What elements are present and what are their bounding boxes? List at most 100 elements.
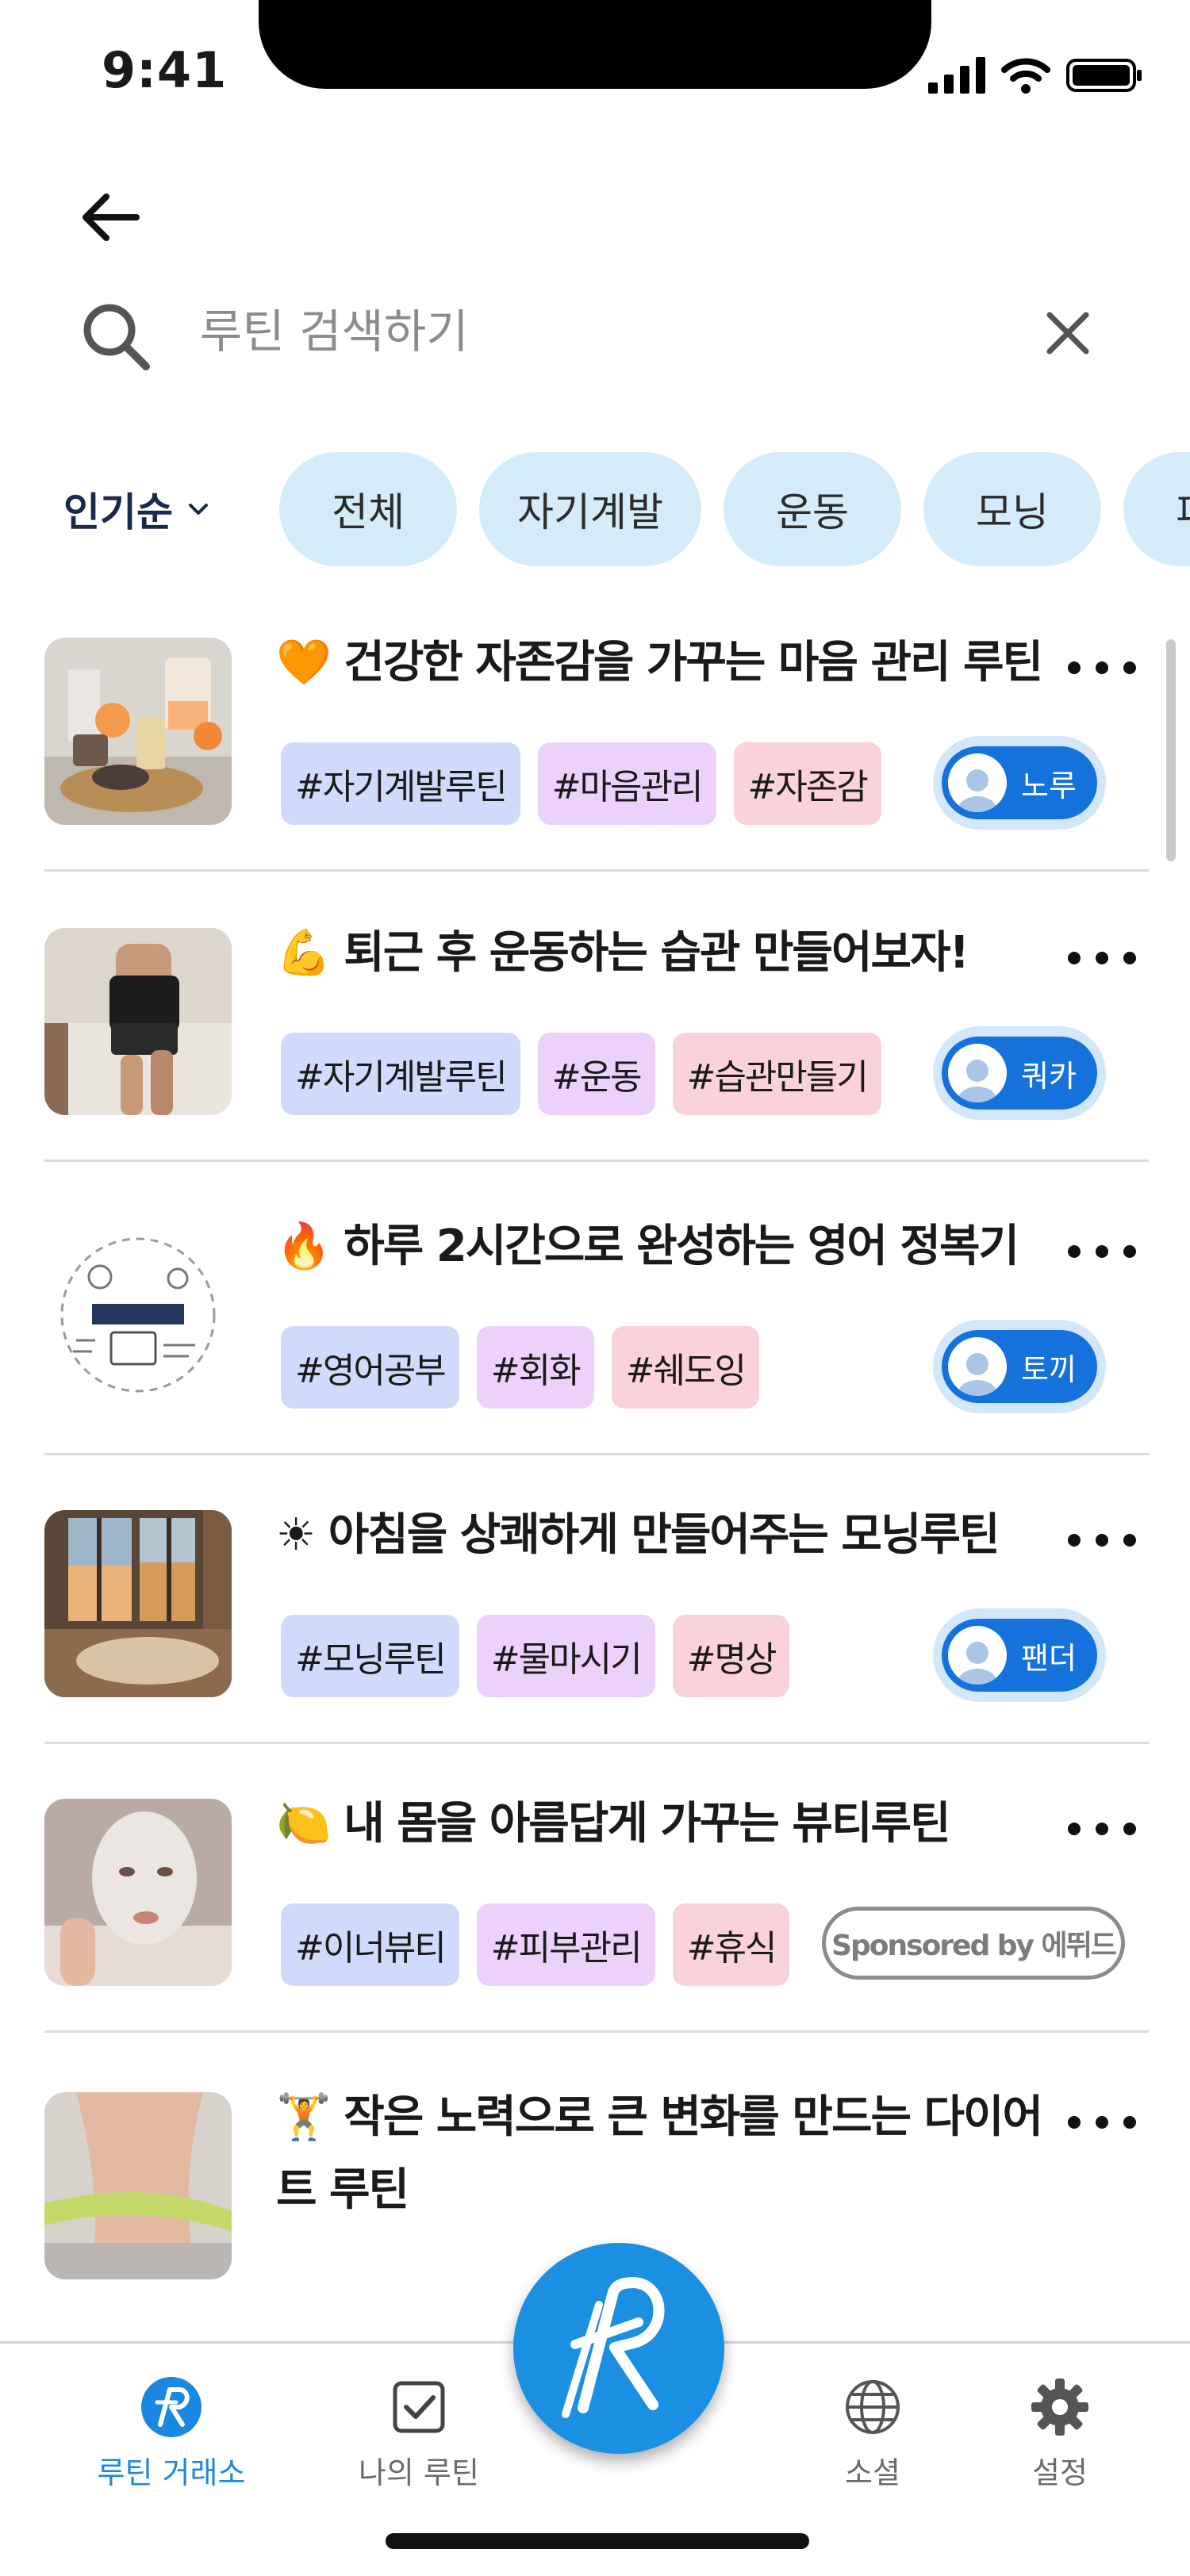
divider: [44, 1742, 1149, 1744]
gear-icon: [1028, 2375, 1092, 2439]
tag[interactable]: #자기계발루틴: [281, 1033, 520, 1115]
globe-icon: [841, 2375, 904, 2439]
status-time: 9:41: [102, 41, 228, 99]
tag[interactable]: #마음관리: [537, 742, 716, 825]
routine-title: 🔥 하루 2시간으로 완성하는 영어 정복기: [276, 1221, 1019, 1272]
avatar: [948, 1044, 1007, 1102]
routine-title: 🍋 내 몸을 아름답게 가꾸는 뷰티루틴: [276, 1798, 951, 1850]
tag-list: #자기계발루틴 #마음관리 #자존감: [281, 742, 881, 825]
author-badge[interactable]: 노루: [933, 736, 1106, 830]
divider: [44, 1453, 1149, 1455]
user-icon: [958, 1642, 996, 1685]
more-options-button[interactable]: [1068, 1516, 1136, 1564]
tag[interactable]: #피부관리: [476, 1903, 655, 1986]
tag-list: #모닝루틴 #물마시기 #명상: [281, 1615, 790, 1697]
tag[interactable]: #쉐도잉: [611, 1326, 759, 1409]
routine-exchange-icon: [140, 2375, 203, 2439]
routine-thumbnail: [44, 638, 232, 825]
clear-search-button[interactable]: [1038, 303, 1098, 363]
more-options-button[interactable]: [1068, 934, 1136, 982]
close-icon: [1046, 312, 1089, 355]
routine-thumbnail: [44, 2092, 232, 2279]
tag[interactable]: #물마시기: [476, 1615, 655, 1697]
chevron-down-icon: [189, 504, 208, 515]
tag[interactable]: #영어공부: [281, 1326, 459, 1409]
routine-thumbnail: [44, 1221, 232, 1409]
arrow-left-icon: [83, 194, 140, 241]
cellular-signal-icon: [928, 57, 985, 94]
tag[interactable]: #습관만들기: [672, 1033, 881, 1115]
tab-label: 소셜: [845, 2455, 900, 2490]
divider: [44, 2030, 1149, 2033]
user-icon: [958, 1060, 996, 1102]
search-input[interactable]: [200, 292, 993, 371]
status-icons: [928, 52, 1142, 94]
tag[interactable]: #회화: [476, 1326, 594, 1409]
routine-title: 🧡 건강한 자존감을 가꾸는 마음 관리 루틴: [276, 637, 1043, 688]
tag[interactable]: #자존감: [733, 742, 881, 825]
chip-skin[interactable]: 피부: [1123, 452, 1190, 566]
tag-list: #자기계발루틴 #운동 #습관만들기: [281, 1033, 881, 1115]
tag-list: #영어공부 #회화 #쉐도잉: [281, 1326, 759, 1409]
tag[interactable]: #자기계발루틴: [281, 742, 520, 825]
search-icon: [83, 304, 150, 370]
author-name: 노루: [1021, 768, 1077, 803]
tab-label: 나의 루틴: [359, 2455, 479, 2490]
tag[interactable]: #명상: [672, 1615, 790, 1697]
chip-all[interactable]: 전체: [279, 452, 457, 566]
more-options-button[interactable]: [1068, 1805, 1136, 1853]
routine-thumbnail: [44, 1799, 232, 1986]
more-options-button[interactable]: [1068, 644, 1136, 692]
tag[interactable]: #이너뷰티: [281, 1903, 459, 1986]
sort-label: 인기순: [63, 489, 173, 535]
tag[interactable]: #운동: [537, 1033, 655, 1115]
search-bar: [79, 292, 1111, 371]
avatar: [948, 753, 1007, 812]
author-badge[interactable]: 토끼: [933, 1320, 1106, 1413]
avatar: [948, 1626, 1007, 1685]
status-bar: 9:41: [0, 0, 1190, 143]
more-options-button[interactable]: [1068, 2099, 1136, 2146]
sort-dropdown[interactable]: 인기순: [63, 474, 209, 544]
tag[interactable]: #모닝루틴: [281, 1615, 459, 1697]
avatar: [948, 1337, 1007, 1396]
tab-social[interactable]: 소셜: [777, 2375, 968, 2494]
tag-list: #이너뷰티 #피부관리 #휴식: [281, 1903, 790, 1986]
routine-logo-icon: [562, 2277, 665, 2418]
user-icon: [958, 1353, 996, 1396]
tag[interactable]: #휴식: [672, 1903, 790, 1986]
user-icon: [958, 769, 996, 812]
more-options-button[interactable]: [1068, 1228, 1136, 1275]
author-name: 토끼: [1021, 1351, 1077, 1387]
checkbox-icon: [387, 2375, 451, 2439]
author-badge[interactable]: 팬더: [933, 1608, 1106, 1702]
routine-thumbnail: [44, 1510, 232, 1697]
chip-exercise[interactable]: 운동: [724, 452, 901, 566]
routine-title: 💪 퇴근 후 운동하는 습관 만들어보자!: [276, 927, 969, 979]
tab-label: 루틴 거래소: [97, 2455, 246, 2490]
routine-thumbnail: [44, 928, 232, 1115]
tab-routine-exchange[interactable]: 루틴 거래소: [76, 2375, 267, 2494]
sponsored-badge: Sponsored by 에뛰드: [822, 1907, 1125, 1980]
back-button[interactable]: [71, 179, 148, 255]
center-routine-button[interactable]: [513, 2243, 724, 2454]
author-badge[interactable]: 쿼카: [933, 1026, 1106, 1120]
battery-icon: [1066, 59, 1142, 92]
chip-morning[interactable]: 모닝: [923, 452, 1101, 566]
routine-title: ☀ 아침을 상쾌하게 만들어주는 모닝루틴: [276, 1509, 1000, 1561]
routine-title: 🏋 작은 노력으로 큰 변화를 만드는 다이어트 루틴: [276, 2091, 1043, 2216]
tab-my-routine[interactable]: 나의 루틴: [324, 2375, 514, 2494]
category-chips: 전체 자기계발 운동 모닝 피부: [279, 452, 1190, 566]
device-notch: [259, 0, 931, 89]
chip-self-development[interactable]: 자기계발: [479, 452, 701, 566]
author-name: 쿼카: [1021, 1058, 1077, 1094]
tab-settings[interactable]: 설정: [965, 2375, 1155, 2494]
home-indicator: [386, 2533, 809, 2549]
author-name: 팬더: [1021, 1640, 1077, 1676]
scrollbar[interactable]: [1166, 639, 1176, 861]
divider: [44, 1160, 1149, 1162]
filter-row: 인기순 전체 자기계발 운동 모닝 피부: [0, 452, 1190, 566]
tab-label: 설정: [1032, 2455, 1088, 2490]
divider: [44, 869, 1149, 872]
wifi-icon: [1001, 58, 1050, 94]
